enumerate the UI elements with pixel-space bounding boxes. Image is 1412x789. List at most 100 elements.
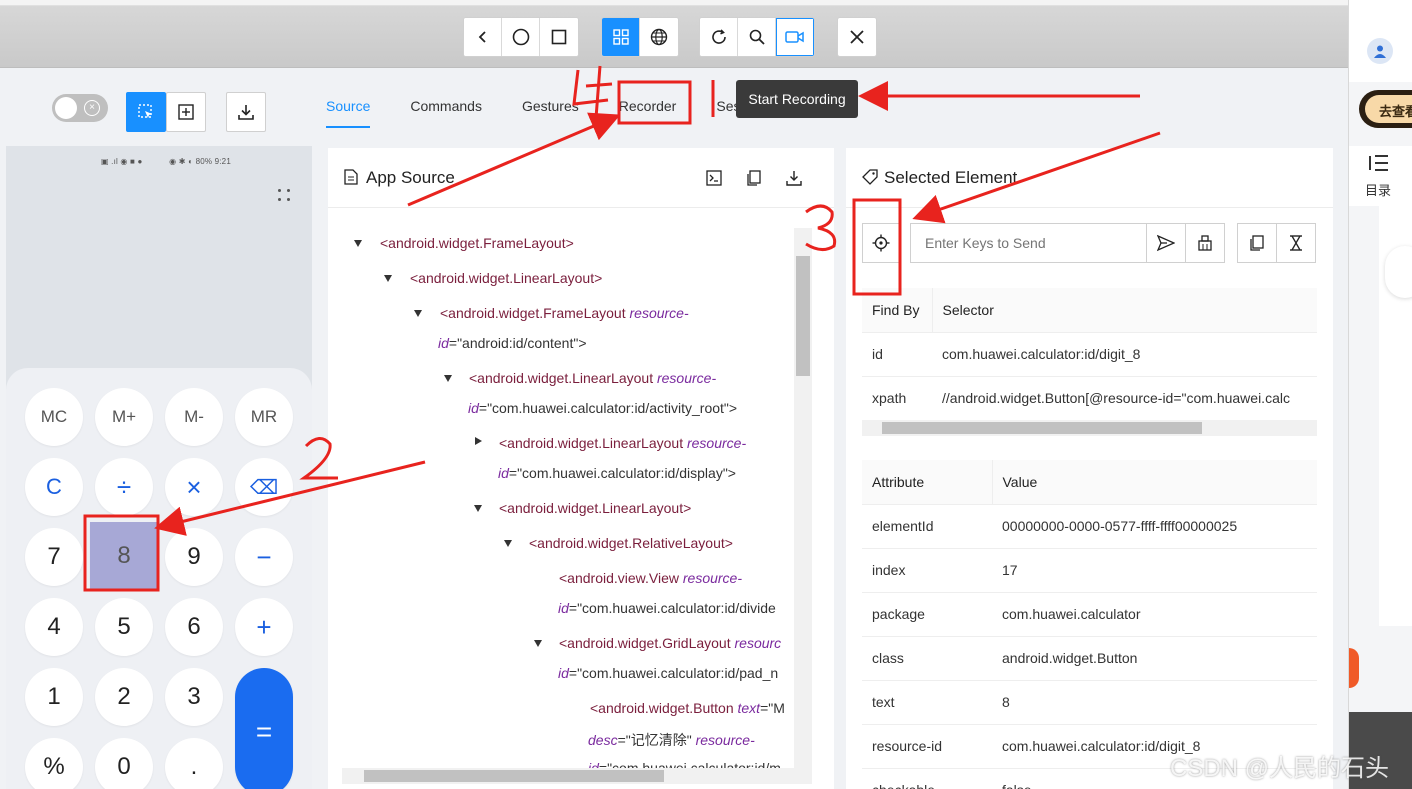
action-group: [699, 17, 815, 57]
key-9[interactable]: 9: [165, 528, 223, 586]
key-1[interactable]: 1: [25, 668, 83, 726]
status-text: 80% 9:21: [195, 157, 231, 166]
source-vertical-scrollbar[interactable]: [794, 228, 812, 768]
tree-node-continued: id="android:id/content">: [438, 335, 587, 351]
tab-commands[interactable]: Commands: [410, 94, 482, 128]
key-percent[interactable]: %: [25, 738, 83, 789]
floating-button[interactable]: [1385, 246, 1412, 298]
terminal-icon[interactable]: [706, 170, 722, 186]
key-plus[interactable]: +: [235, 598, 293, 656]
chevron-left-icon: [478, 31, 486, 43]
scrollbar-thumb[interactable]: [882, 422, 1202, 434]
value-header: Value: [992, 460, 1317, 505]
table-row[interactable]: xpath//android.widget.Button[@resource-i…: [862, 376, 1317, 421]
web-mode-button[interactable]: [640, 18, 678, 56]
download-screenshot-button[interactable]: [226, 92, 266, 132]
app-switch-button[interactable]: [540, 18, 578, 56]
key-m-minus[interactable]: M-: [165, 388, 223, 446]
source-horizontal-scrollbar[interactable]: [342, 768, 812, 784]
send-keys-button[interactable]: [1146, 223, 1186, 263]
attribute-cell: checkable: [862, 768, 992, 789]
avatar[interactable]: [1367, 38, 1393, 64]
scrollbar-thumb[interactable]: [364, 770, 664, 782]
tree-node[interactable]: <android.view.View resource-: [559, 570, 742, 586]
tree-node[interactable]: <android.widget.GridLayout resourc: [559, 635, 781, 651]
collapsed-caret[interactable]: [475, 437, 482, 445]
tag-icon: [862, 169, 878, 185]
tree-node[interactable]: <android.widget.LinearLayout>: [499, 500, 691, 516]
tree-node[interactable]: <android.widget.LinearLayout resource-: [469, 370, 716, 386]
copy-icon: [1250, 235, 1264, 251]
start-recording-tooltip: Start Recording: [736, 80, 858, 118]
app-source-header: App Source: [328, 148, 834, 208]
expand-caret[interactable]: [534, 640, 542, 647]
key-2[interactable]: 2: [95, 668, 153, 726]
clear-button[interactable]: [1185, 223, 1225, 263]
download-icon[interactable]: [786, 170, 802, 186]
start-recording-button[interactable]: [776, 18, 814, 56]
key-divide[interactable]: ÷: [95, 458, 153, 516]
tree-node[interactable]: <android.widget.LinearLayout>: [410, 270, 602, 286]
send-keys-input[interactable]: [910, 223, 1148, 263]
tree-node[interactable]: <android.widget.FrameLayout>: [380, 235, 574, 251]
toc-button[interactable]: 目录: [1349, 146, 1412, 206]
close-session-button[interactable]: [838, 18, 876, 56]
expand-caret[interactable]: [414, 310, 422, 317]
refresh-button[interactable]: [700, 18, 738, 56]
key-mc[interactable]: MC: [25, 388, 83, 446]
toc-label: 目录: [1365, 183, 1392, 198]
floating-badge[interactable]: [1349, 648, 1359, 688]
expand-caret[interactable]: [354, 240, 362, 247]
key-8-selected[interactable]: 8: [90, 522, 158, 590]
table-row: index 17: [862, 548, 1317, 593]
copy-icon[interactable]: [746, 170, 762, 186]
key-0[interactable]: 0: [95, 738, 153, 789]
home-button[interactable]: [502, 18, 540, 56]
key-equals[interactable]: =: [235, 668, 293, 789]
key-mr[interactable]: MR: [235, 388, 293, 446]
plus-square-icon: [178, 104, 194, 120]
value-cell: 00000000-0000-0577-ffff-ffff00000025: [992, 504, 1317, 549]
copy-attributes-button[interactable]: [1237, 223, 1277, 263]
tree-node[interactable]: <android.widget.FrameLayout resource-: [440, 305, 689, 321]
expand-caret[interactable]: [384, 275, 392, 282]
csdn-watermark: CSDN @人民的石头: [1170, 755, 1390, 782]
device-screenshot[interactable]: ▣ .ıl ◉ ■ ● ◉ ✱ ◐ 80% 9:21 MC M+ M- MR C…: [6, 146, 312, 789]
scrollbar-thumb[interactable]: [796, 256, 810, 376]
key-6[interactable]: 6: [165, 598, 223, 656]
table-row[interactable]: id com.huawei.calculator:id/digit_8: [862, 332, 1317, 377]
tab-recorder[interactable]: Recorder: [619, 94, 677, 128]
key-7[interactable]: 7: [25, 528, 83, 586]
tree-node[interactable]: <android.widget.LinearLayout resource-: [499, 435, 746, 451]
get-timing-button[interactable]: [1276, 223, 1316, 263]
tap-element-button[interactable]: [862, 223, 900, 263]
key-backspace[interactable]: ⌫: [235, 458, 293, 516]
go-view-button[interactable]: 去查看: [1359, 90, 1412, 128]
expand-caret[interactable]: [474, 505, 482, 512]
tab-source[interactable]: Source: [326, 94, 371, 128]
expand-caret[interactable]: [444, 375, 452, 382]
tap-coordinates-button[interactable]: [166, 92, 206, 132]
key-m-plus[interactable]: M+: [95, 388, 153, 446]
key-5[interactable]: 5: [95, 598, 153, 656]
key-decimal[interactable]: .: [165, 738, 223, 789]
tab-gestures[interactable]: Gestures: [522, 94, 579, 128]
show-screenshot-toggle[interactable]: ×: [52, 94, 108, 122]
key-clear[interactable]: C: [25, 458, 83, 516]
find-by-horizontal-scrollbar[interactable]: [862, 420, 1317, 436]
native-mode-button[interactable]: [602, 18, 640, 56]
select-elements-button[interactable]: [126, 92, 166, 132]
more-options-icon[interactable]: [278, 189, 292, 203]
key-minus[interactable]: −: [235, 528, 293, 586]
key-3[interactable]: 3: [165, 668, 223, 726]
search-button[interactable]: [738, 18, 776, 56]
table-row: class android.widget.Button: [862, 636, 1317, 681]
tree-node[interactable]: <android.widget.Button text="M: [590, 700, 785, 716]
expand-caret[interactable]: [504, 540, 512, 547]
key-4[interactable]: 4: [25, 598, 83, 656]
tree-node[interactable]: <android.widget.RelativeLayout>: [529, 535, 733, 551]
crosshair-icon: [872, 234, 890, 252]
key-multiply[interactable]: ×: [165, 458, 223, 516]
tree-node-continued: id="com.huawei.calculator:id/display">: [498, 465, 736, 481]
back-button[interactable]: [464, 18, 502, 56]
